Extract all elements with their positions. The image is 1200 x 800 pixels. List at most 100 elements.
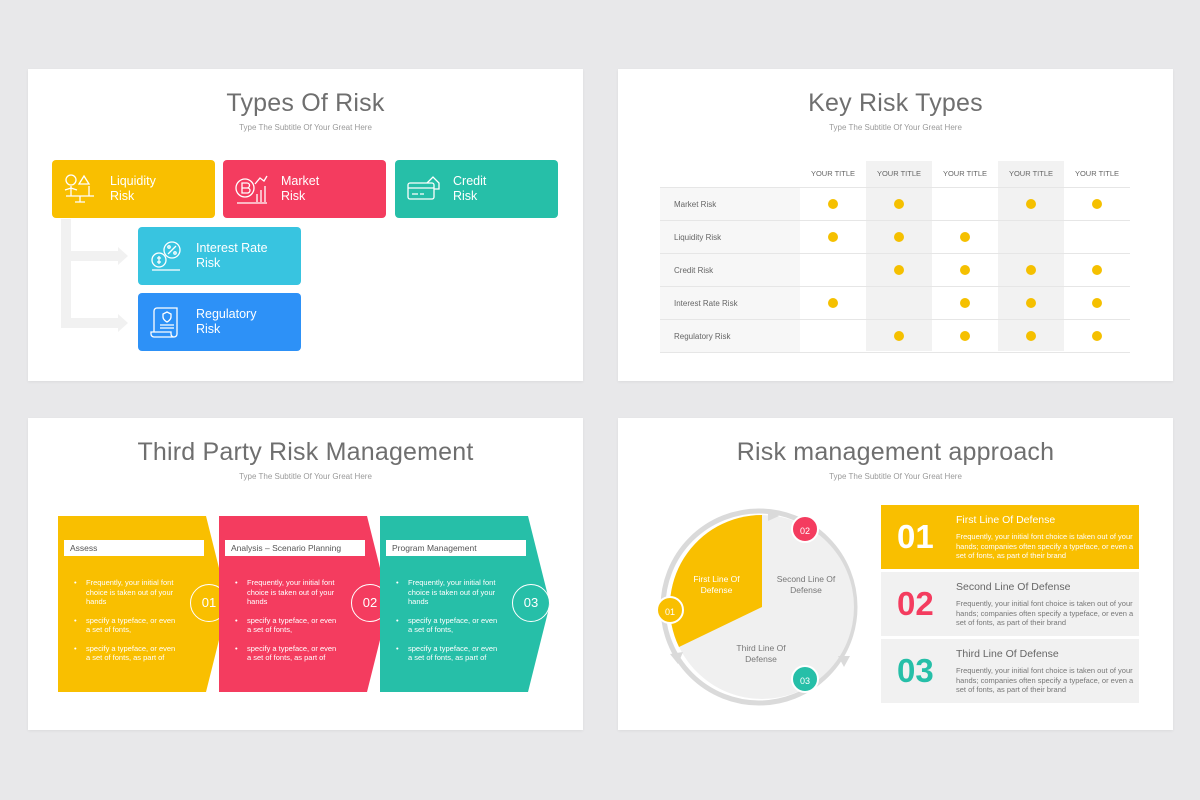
column-header: YOUR TITLE: [876, 169, 922, 178]
risk-box-regulatory[interactable]: Regulatory Risk: [138, 293, 301, 351]
column-header: YOUR TITLE: [942, 169, 988, 178]
step-bullet: specify a typeface, or even a set of fon…: [72, 616, 180, 635]
tree-branch: [61, 318, 119, 328]
risk-box-label: Liquidity: [110, 174, 156, 188]
defense-cycle-diagram: [660, 508, 858, 706]
tree-branch: [61, 251, 119, 261]
table-row: Regulatory Risk: [660, 319, 1130, 352]
step-bullets: Frequently, your initial font choice is …: [394, 578, 502, 672]
defense-number: 02: [897, 585, 934, 622]
indicator-dot: [1026, 265, 1036, 275]
row-label: Regulatory Risk: [674, 332, 731, 341]
cycle-label: Second Line Of: [776, 574, 836, 584]
slide-subtitle: Type The Subtitle Of Your Great Here: [829, 472, 962, 481]
balance-scale-icon: [64, 174, 94, 203]
defense-item-third[interactable]: 03 Third Line Of Defense Frequently, you…: [881, 639, 1139, 703]
slide-title: Key Risk Types: [808, 89, 983, 117]
risk-box-market[interactable]: Market Risk: [223, 160, 386, 218]
bitcoin-chart-icon: [235, 175, 268, 204]
indicator-dot: [1092, 331, 1102, 341]
slide-subtitle: Type The Subtitle Of Your Great Here: [829, 123, 962, 132]
step-bullets: Frequently, your initial font choice is …: [72, 578, 180, 672]
risk-box-label: Risk: [453, 189, 478, 203]
defense-title: Second Line Of Defense: [956, 581, 1071, 593]
indicator-dot: [894, 265, 904, 275]
risk-box-interest-rate[interactable]: Interest Rate Risk: [138, 227, 301, 285]
risk-box-label: Regulatory: [196, 307, 257, 321]
step-heading: Assess: [64, 540, 204, 556]
risk-box-label: Interest Rate: [196, 241, 268, 255]
slide-types-of-risk[interactable]: Types Of Risk Type The Subtitle Of Your …: [28, 69, 583, 381]
defense-item-first[interactable]: 01 First Line Of Defense Frequently, you…: [881, 505, 1139, 569]
cycle-label: Defense: [700, 584, 733, 595]
indicator-dot: [1026, 199, 1036, 209]
table-row: Market Risk: [660, 187, 1130, 220]
credit-card-icon: [407, 176, 440, 200]
indicator-dot: [1092, 298, 1102, 308]
process-step-program-management[interactable]: Program Management Frequently, your init…: [380, 516, 550, 692]
process-step-analysis[interactable]: Analysis – Scenario Planning Frequently,…: [219, 516, 389, 692]
risk-box-label: Risk: [196, 256, 221, 270]
slide-risk-management-approach[interactable]: Risk management approach Type The Subtit…: [618, 418, 1173, 730]
slide-subtitle: Type The Subtitle Of Your Great Here: [239, 472, 372, 481]
cycle-label: Defense: [745, 653, 777, 664]
risk-box-label: Risk: [196, 322, 221, 336]
step-heading: Program Management: [386, 540, 526, 556]
indicator-dot: [1026, 331, 1036, 341]
defense-title: First Line Of Defense: [956, 514, 1056, 526]
step-bullet: specify a typeface, or even a set of fon…: [72, 644, 180, 663]
indicator-dot: [960, 265, 970, 275]
step-heading: Analysis – Scenario Planning: [225, 540, 365, 556]
step-bullet: Frequently, your initial font choice is …: [233, 578, 341, 607]
step-bullets: Frequently, your initial font choice is …: [233, 578, 341, 672]
risk-box-liquidity[interactable]: Liquidity Risk: [52, 160, 215, 218]
row-label: Liquidity Risk: [674, 233, 722, 242]
defense-number: 03: [897, 652, 934, 689]
indicator-dot: [828, 232, 838, 242]
indicator-dot: [828, 199, 838, 209]
defense-number: 01: [897, 518, 934, 555]
cycle-badge: 02: [791, 515, 819, 543]
step-bullet: Frequently, your initial font choice is …: [72, 578, 180, 607]
indicator-dot: [894, 331, 904, 341]
row-label: Credit Risk: [674, 266, 714, 275]
table-row: Credit Risk: [660, 253, 1130, 286]
risk-box-label: Risk: [281, 189, 306, 203]
indicator-dot: [960, 331, 970, 341]
document-scroll-icon: [150, 307, 178, 338]
slide-key-risk-types[interactable]: Key Risk Types Type The Subtitle Of Your…: [618, 69, 1173, 381]
arrow-right-icon: [118, 314, 128, 332]
defense-item-second[interactable]: 02 Second Line Of Defense Frequently, yo…: [881, 572, 1139, 636]
row-label: Interest Rate Risk: [674, 299, 738, 308]
step-bullet: Frequently, your initial font choice is …: [394, 578, 502, 607]
tree-connector: [61, 219, 71, 326]
cycle-label: Defense: [790, 584, 822, 595]
cycle-badge: 01: [656, 596, 684, 624]
step-number: 03: [512, 584, 550, 622]
table-row: Interest Rate Risk: [660, 286, 1130, 319]
risk-box-label: Risk: [110, 189, 135, 203]
cycle-badge: 03: [791, 665, 819, 693]
column-header: YOUR TITLE: [1074, 169, 1120, 178]
step-bullet: specify a typeface, or even a set of fon…: [394, 616, 502, 635]
indicator-dot: [894, 199, 904, 209]
defense-title: Third Line Of Defense: [956, 648, 1059, 660]
column-header: YOUR TITLE: [1008, 169, 1054, 178]
risk-box-label: Market: [281, 174, 320, 188]
risk-box-label: Credit: [453, 174, 487, 188]
indicator-dot: [828, 298, 838, 308]
slide-third-party-risk[interactable]: Third Party Risk Management Type The Sub…: [28, 418, 583, 730]
table-row: Liquidity Risk: [660, 220, 1130, 253]
risk-box-credit[interactable]: Credit Risk: [395, 160, 558, 218]
percent-coins-icon: [151, 241, 181, 271]
defense-description: Frequently, your initial font choice is …: [956, 532, 1134, 560]
process-step-assess[interactable]: Assess Frequently, your initial font cho…: [58, 516, 228, 692]
defense-description: Frequently, your initial font choice is …: [956, 599, 1134, 627]
indicator-dot: [960, 298, 970, 308]
cycle-label: First Line Of: [693, 574, 740, 584]
slide-subtitle: Type The Subtitle Of Your Great Here: [239, 123, 372, 132]
cycle-label: Third Line Of: [736, 643, 786, 653]
step-bullet: specify a typeface, or even a set of fon…: [233, 616, 341, 635]
slide-title: Third Party Risk Management: [137, 438, 474, 466]
indicator-dot: [894, 232, 904, 242]
